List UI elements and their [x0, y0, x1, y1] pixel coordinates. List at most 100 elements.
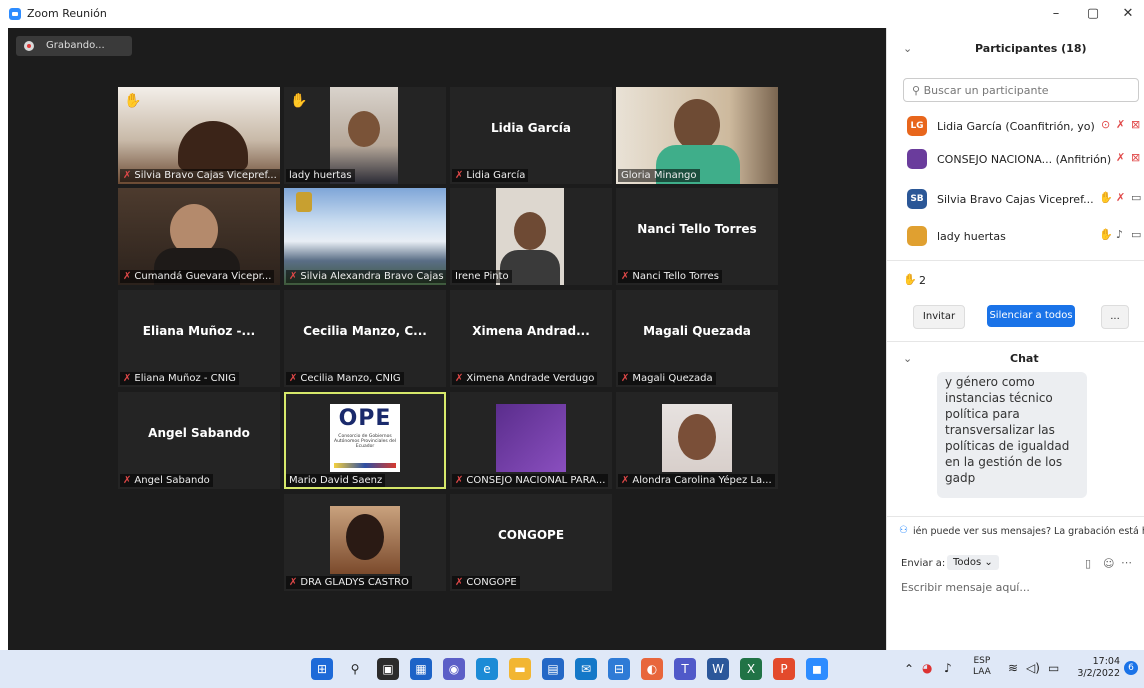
- raised-hand-icon: ✋: [290, 93, 308, 109]
- participant-row[interactable]: SB Silvia Bravo Cajas Vicepref... ✋ ✗ ▭: [903, 185, 1143, 211]
- mute-all-button[interactable]: Silenciar a todos: [987, 305, 1075, 327]
- mail-icon[interactable]: ✉: [575, 658, 597, 680]
- powerpoint-icon[interactable]: P: [773, 658, 795, 680]
- video-tile[interactable]: ✗ Silvia Alexandra Bravo Cajas: [284, 188, 446, 285]
- video-tile[interactable]: Eliana Muñoz -... ✗ Eliana Muñoz - CNIG: [118, 290, 280, 387]
- video-off-icon[interactable]: ⊠: [1131, 151, 1140, 164]
- video-tile[interactable]: Nanci Tello Torres ✗ Nanci Tello Torres: [616, 188, 778, 285]
- participant-name-label: ✗ Eliana Muñoz - CNIG: [120, 372, 239, 385]
- video-tile[interactable]: ✗ Cumandá Guevara Vicepr...: [118, 188, 280, 285]
- widgets-icon[interactable]: ▦: [410, 658, 432, 680]
- mic-icon[interactable]: ♪: [1116, 228, 1123, 241]
- video-tile[interactable]: ✗ DRA GLADYS CASTRO: [284, 494, 446, 591]
- video-tile[interactable]: ✗ CONSEJO NACIONAL PARA...: [450, 392, 612, 489]
- window-title: Zoom Reunión: [27, 7, 107, 20]
- collapse-chat-icon[interactable]: ⌄: [903, 352, 912, 365]
- participant-name: Lidia García (Coanfitrión, yo): [937, 120, 1095, 133]
- file-explorer-icon[interactable]: ▬: [509, 658, 531, 680]
- participant-video: [514, 212, 546, 250]
- participant-name-label: lady huertas: [286, 169, 355, 182]
- restore-icon[interactable]: ▢: [1083, 4, 1103, 24]
- close-icon[interactable]: ✕: [1118, 4, 1138, 24]
- participant-name: Silvia Bravo Cajas Vicepref...: [937, 193, 1094, 206]
- mic-muted-icon[interactable]: ✗: [1116, 151, 1125, 164]
- emoji-icon[interactable]: ☺: [1103, 557, 1114, 570]
- recording-indicator[interactable]: Grabando...: [16, 36, 132, 56]
- flag-stripe: [334, 463, 396, 468]
- participant-photo: [346, 514, 384, 560]
- microphone-icon[interactable]: ♪: [944, 661, 952, 675]
- edge-icon[interactable]: e: [476, 658, 498, 680]
- congope-logo: OPE Consorcio de Gobiernos Autónomos Pro…: [330, 404, 400, 472]
- video-tile[interactable]: ✗ Alondra Carolina Yépez La...: [616, 392, 778, 489]
- emblem-icon: [296, 192, 312, 212]
- video-tile[interactable]: Ximena Andrad... ✗ Ximena Andrade Verdugo: [450, 290, 612, 387]
- mic-muted-icon[interactable]: ✗: [1116, 118, 1125, 131]
- people-icon: ⚇: [899, 525, 908, 536]
- participant-name-label: Gloria Minango: [618, 169, 700, 182]
- app-tray-icon[interactable]: ◕: [922, 661, 932, 675]
- participant-name: CONSEJO NACIONA... (Anfitrión): [937, 153, 1112, 166]
- chat-compose-input[interactable]: Escribir mensaje aquí...: [901, 581, 1030, 594]
- video-tile[interactable]: ✋ lady huertas: [284, 87, 446, 184]
- clock[interactable]: 17:04 3/2/2022: [1076, 656, 1120, 680]
- task-view-icon[interactable]: ▣: [377, 658, 399, 680]
- side-panel: ⌄ Participantes (18) ⚲ Buscar un partici…: [886, 28, 1144, 650]
- active-speaker-tile[interactable]: OPE Consorcio de Gobiernos Autónomos Pro…: [284, 392, 446, 489]
- invite-button[interactable]: Invitar: [913, 305, 965, 329]
- store-icon[interactable]: ▤: [542, 658, 564, 680]
- divider: [887, 516, 1144, 517]
- video-tile[interactable]: Irene Pinto: [450, 188, 612, 285]
- raised-hands-count: 2: [919, 274, 926, 287]
- wifi-icon[interactable]: ≋: [1008, 661, 1018, 675]
- raised-hand-icon: ✋: [1099, 191, 1113, 204]
- volume-icon[interactable]: ◁): [1026, 661, 1040, 675]
- show-hidden-icons-icon[interactable]: ⌃: [904, 662, 914, 676]
- participant-name-label: ✗ CONGOPE: [452, 576, 520, 589]
- language-indicator[interactable]: ESP LAA: [973, 656, 991, 678]
- calculator-icon[interactable]: ⊟: [608, 658, 630, 680]
- participant-video: [674, 99, 720, 151]
- video-tile[interactable]: Magali Quezada ✗ Magali Quezada: [616, 290, 778, 387]
- video-tile[interactable]: CONGOPE ✗ CONGOPE: [450, 494, 612, 591]
- file-icon[interactable]: ▯: [1085, 557, 1091, 570]
- zoom-taskbar-icon[interactable]: ◼: [806, 658, 828, 680]
- participant-search-input[interactable]: ⚲ Buscar un participante: [903, 78, 1139, 102]
- video-tile[interactable]: Cecilia Manzo, C... ✗ Cecilia Manzo, CNIG: [284, 290, 446, 387]
- firefox-icon[interactable]: ◐: [641, 658, 663, 680]
- participant-name-label: ✗ Ximena Andrade Verdugo: [452, 372, 598, 385]
- start-icon[interactable]: ⊞: [311, 658, 333, 680]
- video-tile[interactable]: ✋ ✗ Silvia Bravo Cajas Vicepref...: [118, 87, 280, 184]
- chat-app-icon[interactable]: ◉: [443, 658, 465, 680]
- record-icon: [24, 41, 34, 51]
- send-to-dropdown[interactable]: Todos ⌄: [947, 555, 999, 570]
- mic-muted-icon: ✗: [289, 373, 298, 384]
- more-icon[interactable]: ⋯: [1121, 556, 1132, 569]
- participant-name-label: ✗ Silvia Alexandra Bravo Cajas: [286, 270, 446, 283]
- battery-icon[interactable]: ▭: [1048, 661, 1059, 675]
- video-icon[interactable]: ▭: [1131, 228, 1141, 241]
- zoom-app-icon: [9, 8, 21, 20]
- search-icon[interactable]: ⚲: [344, 658, 366, 680]
- consejo-logo: [496, 404, 566, 472]
- video-tile[interactable]: Gloria Minango: [616, 87, 778, 184]
- participant-row[interactable]: lady huertas ✋ ♪ ▭: [903, 222, 1143, 248]
- more-options-button[interactable]: ...: [1101, 305, 1129, 329]
- word-icon[interactable]: W: [707, 658, 729, 680]
- video-tile[interactable]: Angel Sabando ✗ Angel Sabando: [118, 392, 280, 489]
- teams-icon[interactable]: T: [674, 658, 696, 680]
- participant-row[interactable]: CONSEJO NACIONA... (Anfitrión) ✗ ⊠: [903, 145, 1143, 171]
- minimize-icon[interactable]: –: [1046, 4, 1066, 24]
- participant-name-label: Mario David Saenz: [286, 474, 386, 487]
- participant-display-name: Lidia García: [491, 121, 571, 135]
- chat-message-bubble: y género como instancias técnico polític…: [937, 372, 1087, 498]
- excel-icon[interactable]: X: [740, 658, 762, 680]
- video-tile[interactable]: Lidia García ✗ Lidia García: [450, 87, 612, 184]
- video-icon[interactable]: ▭: [1131, 191, 1141, 204]
- collapse-participants-icon[interactable]: ⌄: [903, 42, 912, 55]
- notification-badge[interactable]: 6: [1124, 661, 1138, 675]
- mic-muted-icon[interactable]: ✗: [1116, 191, 1125, 204]
- mic-muted-icon: ✗: [455, 475, 464, 486]
- video-off-icon[interactable]: ⊠: [1131, 118, 1140, 131]
- participant-row[interactable]: LG Lidia García (Coanfitrión, yo) ⊙ ✗ ⊠: [903, 112, 1143, 138]
